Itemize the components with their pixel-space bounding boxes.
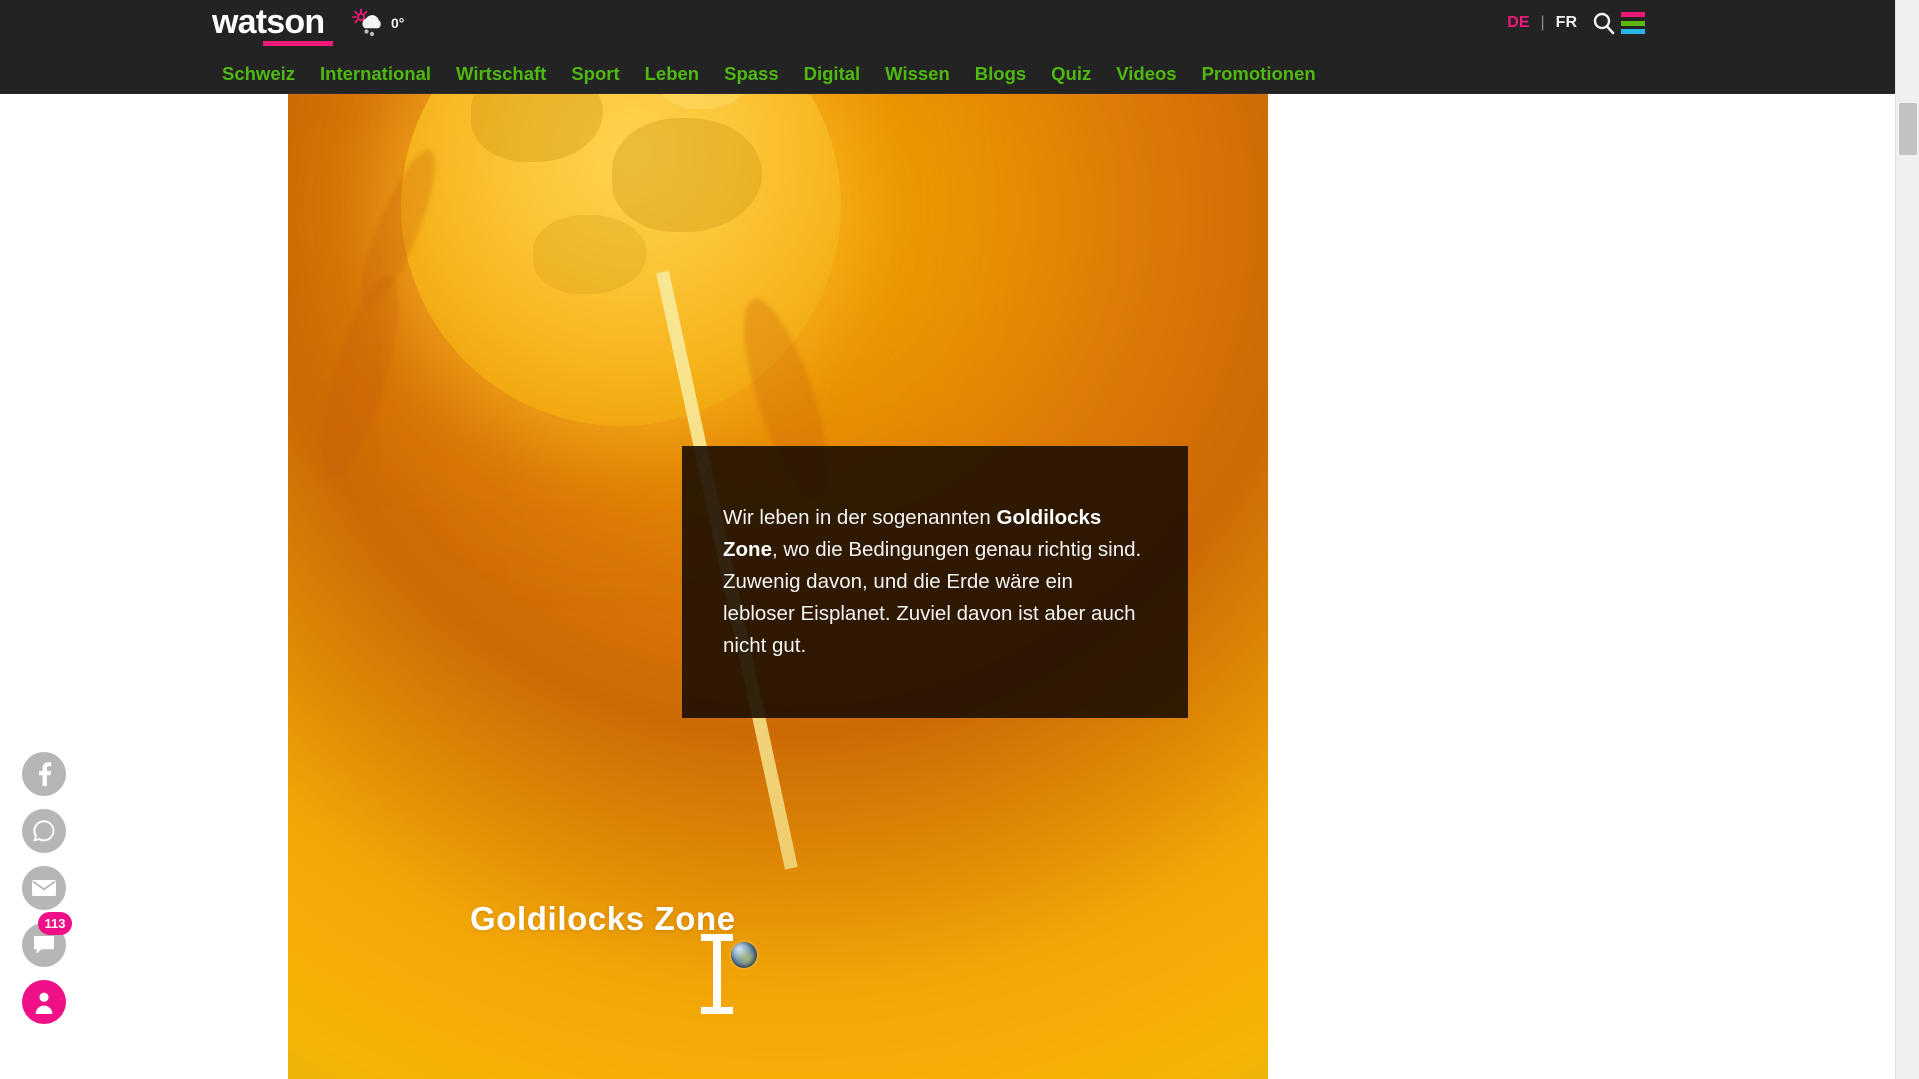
email-share-button[interactable]: [22, 866, 66, 910]
logo-wordmark: watson: [212, 3, 325, 41]
menu-bar-blue: [1621, 29, 1645, 34]
page-root: watson 0° DE | FR Schweiz International …: [0, 0, 1919, 1079]
nav-item-schweiz[interactable]: Schweiz: [222, 54, 295, 94]
nav-item-spass[interactable]: Spass: [724, 54, 779, 94]
sun-cloud-snow-icon: [352, 8, 381, 37]
comment-count-badge: 113: [38, 912, 72, 935]
whatsapp-icon: [31, 818, 57, 844]
caption-part-1: Wir leben in der sogenannten: [723, 506, 997, 529]
user-avatar-icon: [31, 989, 57, 1015]
weather-temperature: 0°: [391, 15, 405, 31]
logo-underline: [263, 41, 333, 46]
nav-item-promotionen[interactable]: Promotionen: [1202, 54, 1316, 94]
comments-button[interactable]: 113: [22, 912, 72, 967]
nav-item-blogs[interactable]: Blogs: [975, 54, 1026, 94]
menu-bar-green: [1621, 20, 1645, 26]
social-share-rail: 113: [11, 752, 77, 1024]
caption-overlay: Wir leben in der sogenannten Goldilocks …: [682, 446, 1188, 718]
scrollbar-thumb[interactable]: [1899, 103, 1917, 155]
zone-width-bracket: [701, 934, 733, 1014]
weather-widget[interactable]: 0°: [352, 8, 404, 38]
nav-item-videos[interactable]: Videos: [1116, 54, 1176, 94]
zone-label: Goldilocks Zone: [470, 900, 736, 937]
sun-surface-detail: [612, 118, 762, 233]
facebook-icon: [31, 761, 57, 787]
nav-items-container: Schweiz International Wirtschaft Sport Leben…: [222, 54, 1316, 94]
nav-item-sport[interactable]: Sport: [571, 54, 619, 94]
nav-item-international[interactable]: International: [320, 54, 431, 94]
caption-part-2: , wo die Bedingungen genau richtig sind.…: [723, 538, 1142, 657]
menu-bar-pink: [1621, 12, 1645, 17]
language-switcher: DE | FR: [1507, 14, 1577, 32]
comment-bubble-icon: [32, 934, 56, 956]
search-button[interactable]: [1591, 10, 1617, 38]
sun-surface-detail: [533, 214, 648, 294]
sun-surface-detail: [471, 94, 604, 162]
whatsapp-share-button[interactable]: [22, 809, 66, 853]
goldilocks-zone-infographic: Wir leben in der sogenannten Goldilocks …: [288, 94, 1268, 1079]
watson-logo[interactable]: watson: [212, 5, 334, 49]
page-scrollbar[interactable]: [1895, 0, 1919, 1079]
facebook-share-button[interactable]: [22, 752, 66, 796]
envelope-icon: [31, 878, 57, 898]
language-de[interactable]: DE: [1507, 14, 1529, 32]
earth-globe-icon: [731, 942, 757, 968]
language-fr[interactable]: FR: [1556, 14, 1577, 32]
account-button[interactable]: [22, 980, 66, 1024]
caption-text: Wir leben in der sogenannten Goldilocks …: [682, 502, 1188, 662]
hamburger-menu-icon[interactable]: [1621, 12, 1645, 34]
nav-item-digital[interactable]: Digital: [804, 54, 861, 94]
site-header: watson 0° DE | FR: [0, 0, 1895, 54]
search-icon: [1593, 12, 1615, 35]
language-separator: |: [1540, 14, 1545, 31]
main-navigation: Schweiz International Wirtschaft Sport Leben…: [0, 54, 1895, 94]
sun-surface-detail: [656, 94, 753, 110]
nav-item-wirtschaft[interactable]: Wirtschaft: [456, 54, 546, 94]
nav-item-quiz[interactable]: Quiz: [1051, 54, 1091, 94]
nav-item-leben[interactable]: Leben: [645, 54, 699, 94]
nav-item-wissen[interactable]: Wissen: [885, 54, 950, 94]
